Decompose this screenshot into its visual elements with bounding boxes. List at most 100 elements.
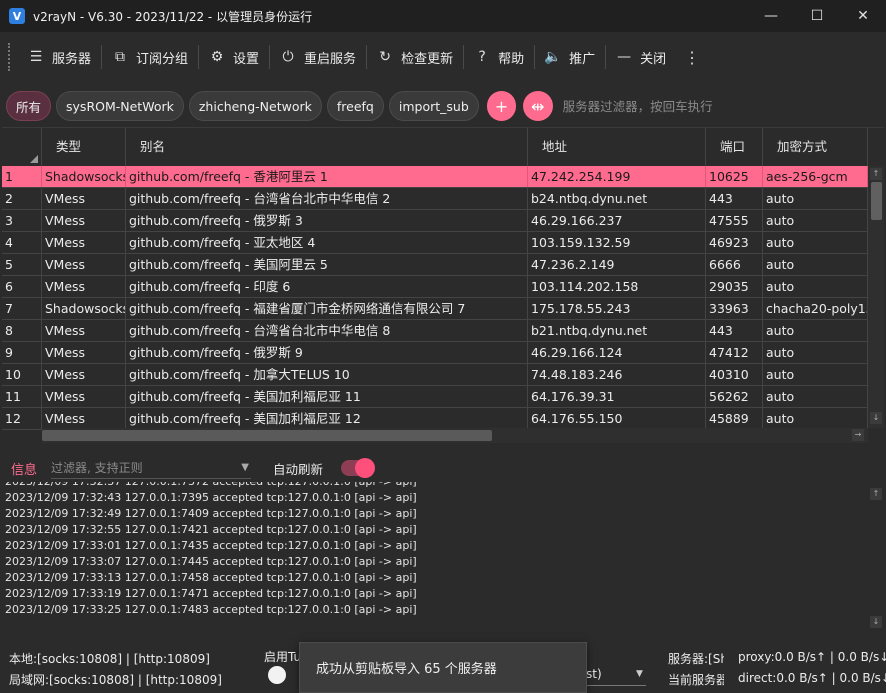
log-line: 2023/12/09 17:33:25 127.0.0.1:7483 accep… <box>5 603 417 616</box>
column-header-alias[interactable]: 别名 <box>126 128 528 166</box>
log-scrollbar[interactable]: ↑ ↓ <box>868 486 882 636</box>
refresh-icon: ↻ <box>379 49 391 65</box>
server-type-cell: VMess <box>42 276 126 297</box>
server-port-cell: 46923 <box>706 232 763 253</box>
routing-select-value[interactable]: st) <box>586 667 602 681</box>
log-output: 2023/12/09 17:32:37 127.0.0.1:7372 accep… <box>0 482 886 636</box>
auto-refresh-toggle[interactable] <box>341 458 376 478</box>
column-header-port[interactable]: 端口 <box>706 128 763 166</box>
auto-refresh-label: 自动刷新 <box>273 461 324 477</box>
direct-speed-text: direct:0.0 B/s↑ | 0.0 B/s↓ <box>738 671 886 685</box>
server-port-cell: 40310 <box>706 364 763 385</box>
chevron-down-icon[interactable]: ▼ <box>241 457 249 479</box>
edit-subscription-button[interactable]: ⇹ <box>523 91 553 121</box>
settings-button[interactable]: ⚙ 设置 <box>199 40 269 74</box>
table-row[interactable]: 11 VMess github.com/freefq - 美国加利福尼亚 11 64.… <box>2 386 868 408</box>
log-line: 2023/12/09 17:33:01 127.0.0.1:7435 accep… <box>5 539 417 552</box>
server-encryption-cell: auto <box>763 276 868 297</box>
row-index-cell: 11 <box>2 386 42 407</box>
row-index-cell: 2 <box>2 188 42 209</box>
sub-tab-freefq[interactable]: freefq <box>326 91 384 121</box>
column-header-type[interactable]: 类型 <box>42 128 126 166</box>
add-subscription-button[interactable]: + <box>486 91 517 121</box>
table-row[interactable]: 6 VMess github.com/freefq - 印度 6 103.114.20… <box>2 276 868 298</box>
enable-tun-toggle[interactable] <box>268 666 286 684</box>
server-port-cell: 56262 <box>706 386 763 407</box>
server-type-cell: VMess <box>42 210 126 231</box>
server-address-cell: b24.ntbq.dynu.net <box>528 188 706 209</box>
list-icon: ☰ <box>29 49 43 65</box>
server-address-cell: 64.176.39.31 <box>528 386 706 407</box>
table-row[interactable]: 7 Shadowsocks github.com/freefq - 福建省厦门市金桥… <box>2 298 868 320</box>
log-tab-title[interactable]: 信息 <box>11 459 51 478</box>
server-filter-input[interactable] <box>562 92 886 120</box>
scroll-up-icon[interactable]: ↑ <box>870 168 882 180</box>
sub-tab-import-sub[interactable]: import_sub <box>388 91 479 121</box>
help-icon: ? <box>478 49 486 65</box>
scroll-down-icon[interactable]: ↓ <box>870 412 882 424</box>
server-alias-cell: github.com/freefq - 台湾省台北市中华电信 2 <box>126 188 528 209</box>
server-table: 类型 别名 地址 端口 加密方式 1 Shadowsocks github.com/… <box>2 127 884 444</box>
minimize-button[interactable]: — <box>748 0 794 32</box>
app-logo-icon: V <box>9 8 25 24</box>
server-address-cell: 47.236.2.149 <box>528 254 706 275</box>
table-row[interactable]: 10 VMess github.com/freefq - 加拿大TELUS 10 74… <box>2 364 868 386</box>
server-alias-cell: github.com/freefq - 美国阿里云 5 <box>126 254 528 275</box>
speaker-icon: 🔈 <box>544 49 562 65</box>
check-update-button[interactable]: ↻ 检查更新 <box>367 40 463 74</box>
help-button[interactable]: ? 帮助 <box>464 40 534 74</box>
subscription-group-label: 订阅分组 <box>136 51 189 67</box>
column-header-address[interactable]: 地址 <box>528 128 706 166</box>
sub-tab-sysrom[interactable]: sysROM-NetWork <box>56 91 184 121</box>
lan-ports-text: 局域网:[socks:10808] | [http:10809] <box>9 673 222 687</box>
scroll-right-icon[interactable]: → <box>852 429 864 441</box>
maximize-button[interactable]: ☐ <box>794 0 840 32</box>
subscription-icon: ⧉ <box>115 49 126 65</box>
servers-menu-button[interactable]: ☰ 服务器 <box>18 40 101 74</box>
row-index-cell: 4 <box>2 232 42 253</box>
horizontal-scroll-thumb[interactable] <box>42 430 492 441</box>
minus-icon: — <box>617 49 632 65</box>
local-ports-text: 本地:[socks:10808] | [http:10809] <box>9 652 210 666</box>
table-vertical-scrollbar[interactable]: ↑ ↓ <box>868 166 884 428</box>
table-row[interactable]: 4 VMess github.com/freefq - 亚太地区 4 103.159.… <box>2 232 868 254</box>
table-row[interactable]: 5 VMess github.com/freefq - 美国阿里云 5 47.236.… <box>2 254 868 276</box>
log-lines: 2023/12/09 17:32:37 127.0.0.1:7372 accep… <box>0 482 886 618</box>
server-alias-cell: github.com/freefq - 美国加利福尼亚 12 <box>126 408 528 429</box>
server-alias-cell: github.com/freefq - 台湾省台北市中华电信 8 <box>126 320 528 341</box>
promotion-button[interactable]: 🔈 推广 <box>535 40 605 74</box>
table-row[interactable]: 3 VMess github.com/freefq - 俄罗斯 3 46.29.166… <box>2 210 868 232</box>
table-row[interactable]: 1 Shadowsocks github.com/freefq - 香港阿里云 14… <box>2 166 868 188</box>
subscription-group-button[interactable]: ⧉ 订阅分组 <box>102 40 198 74</box>
row-index-cell: 12 <box>2 408 42 429</box>
server-address-cell: 64.176.55.150 <box>528 408 706 429</box>
toggle-knob <box>355 458 376 478</box>
table-horizontal-scrollbar[interactable]: → <box>42 428 868 443</box>
sub-tab-all[interactable]: 所有 <box>6 91 52 121</box>
routing-chevron-down-icon[interactable]: ▼ <box>636 669 643 679</box>
log-line: 2023/12/09 17:33:07 127.0.0.1:7445 accep… <box>5 555 417 568</box>
column-header-encryption[interactable]: 加密方式 <box>763 128 868 166</box>
table-row[interactable]: 12 VMess github.com/freefq - 美国加利福尼亚 12 64.… <box>2 408 868 430</box>
log-filter-combo[interactable]: 过滤器, 支持正则 ▼ <box>51 457 251 479</box>
sub-tab-zhicheng[interactable]: zhicheng-Network <box>188 91 322 121</box>
select-all-corner[interactable] <box>2 128 42 166</box>
table-row[interactable]: 9 VMess github.com/freefq - 俄罗斯 9 46.29.166… <box>2 342 868 364</box>
restart-service-button[interactable]: ⏻ 重启服务 <box>270 40 366 74</box>
server-type-cell: VMess <box>42 364 126 385</box>
log-scroll-up-icon[interactable]: ↑ <box>870 488 882 500</box>
close-app-button[interactable]: — 关闭 <box>606 40 676 74</box>
close-window-button[interactable]: ✕ <box>840 0 886 32</box>
server-type-cell: VMess <box>42 386 126 407</box>
server-address-cell: 74.48.183.246 <box>528 364 706 385</box>
close-app-label: 关闭 <box>640 51 667 67</box>
import-toast: 成功从剪贴板导入 65 个服务器 <box>299 642 587 693</box>
vertical-scroll-thumb[interactable] <box>871 182 882 220</box>
table-row[interactable]: 2 VMess github.com/freefq - 台湾省台北市中华电信 2 b2… <box>2 188 868 210</box>
more-options-icon[interactable]: ⋮ <box>682 48 702 67</box>
server-type-cell: VMess <box>42 408 126 429</box>
server-alias-cell: github.com/freefq - 美国加利福尼亚 11 <box>126 386 528 407</box>
log-scroll-down-icon[interactable]: ↓ <box>870 616 882 628</box>
server-alias-cell: github.com/freefq - 香港阿里云 1 <box>126 166 528 187</box>
table-row[interactable]: 8 VMess github.com/freefq - 台湾省台北市中华电信 8 b2… <box>2 320 868 342</box>
